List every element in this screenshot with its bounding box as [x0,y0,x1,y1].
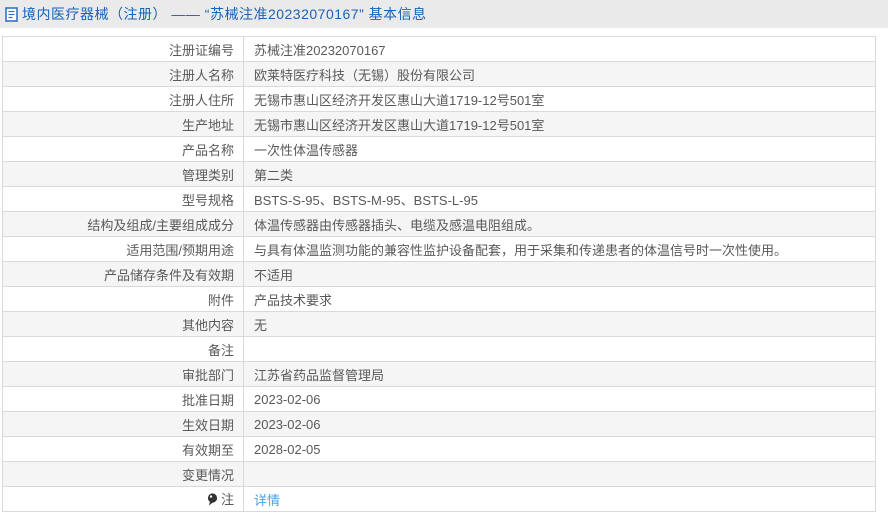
row-label: 注册人名称 [2,61,244,87]
row-value: 苏械注准20232070167 [243,36,876,62]
row-value: 第二类 [243,161,876,187]
row-value: 不适用 [243,261,876,287]
table-row: 注 详情 [2,486,876,512]
note-balloon-icon [207,493,218,509]
row-label: 注册证编号 [2,36,244,62]
table-row: 生效日期 2023-02-06 [2,411,876,437]
row-value: 与具有体温监测功能的兼容性监护设备配套，用于采集和传递患者的体温信号时一次性使用… [243,236,876,262]
row-value: 江苏省药品监督管理局 [243,361,876,387]
row-label: 生效日期 [2,411,244,437]
table-row: 结构及组成/主要组成成分 体温传感器由传感器插头、电缆及感温电阻组成。 [2,211,876,237]
table-row: 产品名称 一次性体温传感器 [2,136,876,162]
row-value: 欧莱特医疗科技（无锡）股份有限公司 [243,61,876,87]
registration-info-table: 注册证编号 苏械注准20232070167 注册人名称 欧莱特医疗科技（无锡）股… [2,36,876,512]
row-value: 2023-02-06 [243,411,876,437]
row-label: 结构及组成/主要组成成分 [2,211,244,237]
row-label: 其他内容 [2,311,244,337]
table-row: 审批部门 江苏省药品监督管理局 [2,361,876,387]
row-label: 注 [2,486,244,512]
row-value [243,461,876,487]
row-value: 无锡市惠山区经济开发区惠山大道1719-12号501室 [243,111,876,137]
row-value: 详情 [243,486,876,512]
table-row: 型号规格 BSTS-S-95、BSTS-M-95、BSTS-L-95 [2,186,876,212]
row-label-text: 注 [220,492,234,507]
row-label: 有效期至 [2,436,244,462]
row-label: 审批部门 [2,361,244,387]
row-label: 批准日期 [2,386,244,412]
row-label: 管理类别 [2,161,244,187]
row-value: 无锡市惠山区经济开发区惠山大道1719-12号501室 [243,86,876,112]
row-value: 2028-02-05 [243,436,876,462]
table-row: 备注 [2,336,876,362]
row-value: 无 [243,311,876,337]
row-label: 变更情况 [2,461,244,487]
table-row: 注册人名称 欧莱特医疗科技（无锡）股份有限公司 [2,61,876,87]
row-value: 一次性体温传感器 [243,136,876,162]
details-link[interactable]: 详情 [254,493,280,508]
table-row: 适用范围/预期用途 与具有体温监测功能的兼容性监护设备配套，用于采集和传递患者的… [2,236,876,262]
table-row: 生产地址 无锡市惠山区经济开发区惠山大道1719-12号501室 [2,111,876,137]
table-row: 批准日期 2023-02-06 [2,386,876,412]
row-value: 体温传感器由传感器插头、电缆及感温电阻组成。 [243,211,876,237]
row-value: 2023-02-06 [243,386,876,412]
table-row: 其他内容 无 [2,311,876,337]
row-label: 适用范围/预期用途 [2,236,244,262]
row-label: 生产地址 [2,111,244,137]
table-row: 产品储存条件及有效期 不适用 [2,261,876,287]
table-row: 变更情况 [2,461,876,487]
row-label: 产品名称 [2,136,244,162]
table-row: 附件 产品技术要求 [2,286,876,312]
table-row: 管理类别 第二类 [2,161,876,187]
page-title: 境内医疗器械（注册） —— “苏械注准20232070167” 基本信息 [22,6,427,22]
row-label: 注册人住所 [2,86,244,112]
row-value: BSTS-S-95、BSTS-M-95、BSTS-L-95 [243,186,876,212]
row-label: 型号规格 [2,186,244,212]
row-value: 产品技术要求 [243,286,876,312]
page-header: 境内医疗器械（注册） —— “苏械注准20232070167” 基本信息 [0,0,888,28]
row-label: 备注 [2,336,244,362]
row-value [243,336,876,362]
row-label: 产品储存条件及有效期 [2,261,244,287]
table-row: 注册人住所 无锡市惠山区经济开发区惠山大道1719-12号501室 [2,86,876,112]
table-row: 有效期至 2028-02-05 [2,436,876,462]
table-row: 注册证编号 苏械注准20232070167 [2,36,876,62]
document-icon [5,6,18,22]
row-label: 附件 [2,286,244,312]
